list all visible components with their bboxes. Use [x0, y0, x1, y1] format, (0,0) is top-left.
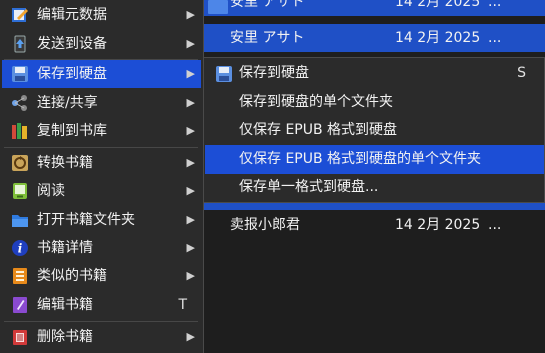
submenu-label: 保存到硬盘	[239, 65, 309, 81]
menu-label: 类似的书籍	[37, 268, 107, 284]
submenu-arrow-icon: ▶	[186, 124, 195, 137]
book-row[interactable]: 卖报小郎君 14 2月 2025 ...	[200, 211, 545, 239]
menu-item-edit-metadata[interactable]: 编辑元数据 ▶	[2, 1, 201, 29]
menu-label: 转换书籍	[37, 155, 93, 171]
book-cover-icon	[208, 0, 228, 14]
submenu-item-save-to-disk[interactable]: 保存到硬盘 S	[205, 59, 544, 88]
menu-item-save-to-disk[interactable]: 保存到硬盘 ▶	[2, 60, 201, 88]
svg-text:i: i	[18, 242, 23, 256]
book-author: 安里 アサト	[230, 0, 305, 10]
read-book-icon	[13, 183, 27, 199]
shortcut-key: S	[517, 65, 526, 81]
book-extra: ...	[488, 0, 502, 10]
menu-label: 删除书籍	[37, 329, 93, 345]
menu-separator	[4, 321, 198, 322]
book-date: 14 2月 2025	[395, 0, 481, 10]
book-date: 14 2月 2025	[395, 30, 481, 46]
submenu-label: 保存到硬盘的单个文件夹	[239, 94, 393, 110]
submenu-arrow-icon: ▶	[186, 96, 195, 109]
menu-item-send-to-device[interactable]: 发送到设备 ▶	[2, 30, 201, 58]
info-icon: i	[12, 240, 28, 256]
save-disk-icon	[12, 66, 28, 82]
submenu-arrow-icon: ▶	[186, 184, 195, 197]
menu-item-similar-books[interactable]: 类似的书籍 ▶	[2, 262, 201, 290]
book-date: 14 2月 2025	[395, 217, 481, 233]
submenu-label: 仅保存 EPUB 格式到硬盘的单个文件夹	[239, 151, 482, 167]
submenu-item-save-single-format[interactable]: 保存单一格式到硬盘...	[205, 173, 544, 202]
open-folder-icon	[12, 215, 28, 227]
save-submenu: 保存到硬盘 S 保存到硬盘的单个文件夹 仅保存 EPUB 格式到硬盘 仅保存 E…	[203, 57, 545, 203]
save-disk-icon	[216, 66, 232, 82]
book-extra: ...	[488, 30, 502, 46]
menu-item-open-folder[interactable]: 打开书籍文件夹 ▶	[2, 206, 201, 234]
book-author: 安里 アサト	[230, 30, 305, 46]
menu-item-read[interactable]: 阅读 ▶	[2, 177, 201, 205]
submenu-arrow-icon: ▶	[186, 330, 195, 343]
delete-book-icon	[13, 330, 27, 345]
submenu-arrow-icon: ▶	[186, 67, 195, 80]
submenu-item-save-epub-single-folder[interactable]: 仅保存 EPUB 格式到硬盘的单个文件夹	[205, 145, 544, 174]
send-to-device-icon	[14, 35, 26, 53]
submenu-label: 仅保存 EPUB 格式到硬盘	[239, 122, 398, 138]
edit-metadata-icon	[12, 8, 28, 22]
menu-label: 发送到设备	[37, 36, 107, 52]
submenu-arrow-icon: ▶	[186, 8, 195, 21]
book-row[interactable]: 安里 アサト 14 2月 2025 ...	[200, 0, 545, 16]
menu-label: 编辑书籍	[37, 297, 93, 313]
book-row[interactable]: 安里 アサト 14 2月 2025 ...	[200, 24, 545, 52]
submenu-arrow-icon: ▶	[186, 241, 195, 254]
similar-books-icon	[13, 268, 27, 284]
submenu-arrow-icon: ▶	[186, 269, 195, 282]
menu-separator	[4, 147, 198, 148]
shortcut-key: T	[178, 297, 187, 313]
connect-share-icon	[12, 95, 27, 111]
convert-book-icon	[12, 155, 28, 171]
menu-label: 编辑元数据	[37, 7, 107, 23]
menu-item-connect-share[interactable]: 连接/共享 ▶	[2, 89, 201, 117]
menu-label: 阅读	[37, 183, 65, 199]
book-author: 卖报小郎君	[230, 217, 300, 233]
edit-book-icon	[13, 297, 27, 313]
menu-label: 书籍详情	[37, 240, 93, 256]
menu-label: 连接/共享	[37, 95, 98, 111]
menu-item-edit-book[interactable]: 编辑书籍 T	[2, 291, 201, 319]
submenu-item-save-single-folder[interactable]: 保存到硬盘的单个文件夹	[205, 88, 544, 117]
copy-library-icon	[12, 123, 27, 139]
submenu-arrow-icon: ▶	[186, 213, 195, 226]
submenu-label: 保存单一格式到硬盘...	[239, 179, 379, 195]
menu-item-copy-to-library[interactable]: 复制到书库 ▶	[2, 117, 201, 145]
submenu-item-save-epub-only[interactable]: 仅保存 EPUB 格式到硬盘	[205, 116, 544, 145]
menu-item-delete-book[interactable]: 删除书籍 ▶	[2, 323, 201, 351]
menu-label: 复制到书库	[37, 123, 107, 139]
menu-item-book-details[interactable]: i 书籍详情 ▶	[2, 234, 201, 262]
menu-label: 打开书籍文件夹	[37, 212, 135, 228]
context-menu: 编辑元数据 ▶ 发送到设备 ▶ 保存到硬盘 ▶ 连接/共享 ▶ 复制到书库 ▶	[0, 0, 204, 353]
menu-item-convert-book[interactable]: 转换书籍 ▶	[2, 149, 201, 177]
submenu-arrow-icon: ▶	[186, 37, 195, 50]
book-extra: ...	[488, 217, 502, 233]
menu-label: 保存到硬盘	[37, 66, 107, 82]
submenu-arrow-icon: ▶	[186, 156, 195, 169]
